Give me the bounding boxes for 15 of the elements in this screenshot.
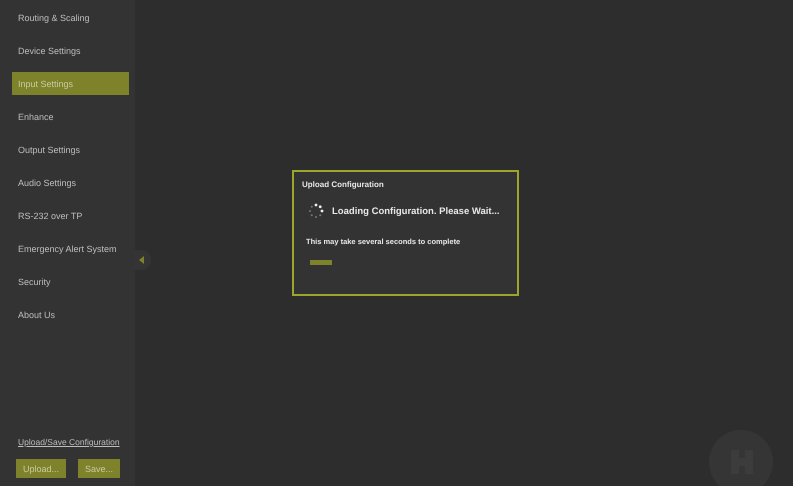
collapse-handle[interactable]: [133, 250, 151, 270]
sidebar-item[interactable]: Device Settings: [12, 39, 129, 62]
sidebar-item[interactable]: Emergency Alert System: [12, 237, 129, 260]
upload-save-configuration-link[interactable]: Upload/Save Configuration: [18, 437, 135, 447]
dialog-title: Upload Configuration: [302, 180, 385, 189]
left-arrow-icon: [139, 256, 145, 264]
sidebar-item[interactable]: Enhance: [12, 105, 129, 128]
sidebar-item[interactable]: Output Settings: [12, 138, 129, 161]
sidebar-item[interactable]: RS-232 over TP: [12, 204, 129, 227]
spinner-icon: [308, 203, 324, 219]
sidebar-item[interactable]: Routing & Scaling: [12, 6, 129, 29]
sidebar-item[interactable]: Audio Settings: [12, 171, 129, 194]
sidebar-item[interactable]: About Us: [12, 303, 129, 326]
loading-message: Loading Configuration. Please Wait...: [332, 206, 500, 216]
sidebar-item[interactable]: Security: [12, 270, 129, 293]
